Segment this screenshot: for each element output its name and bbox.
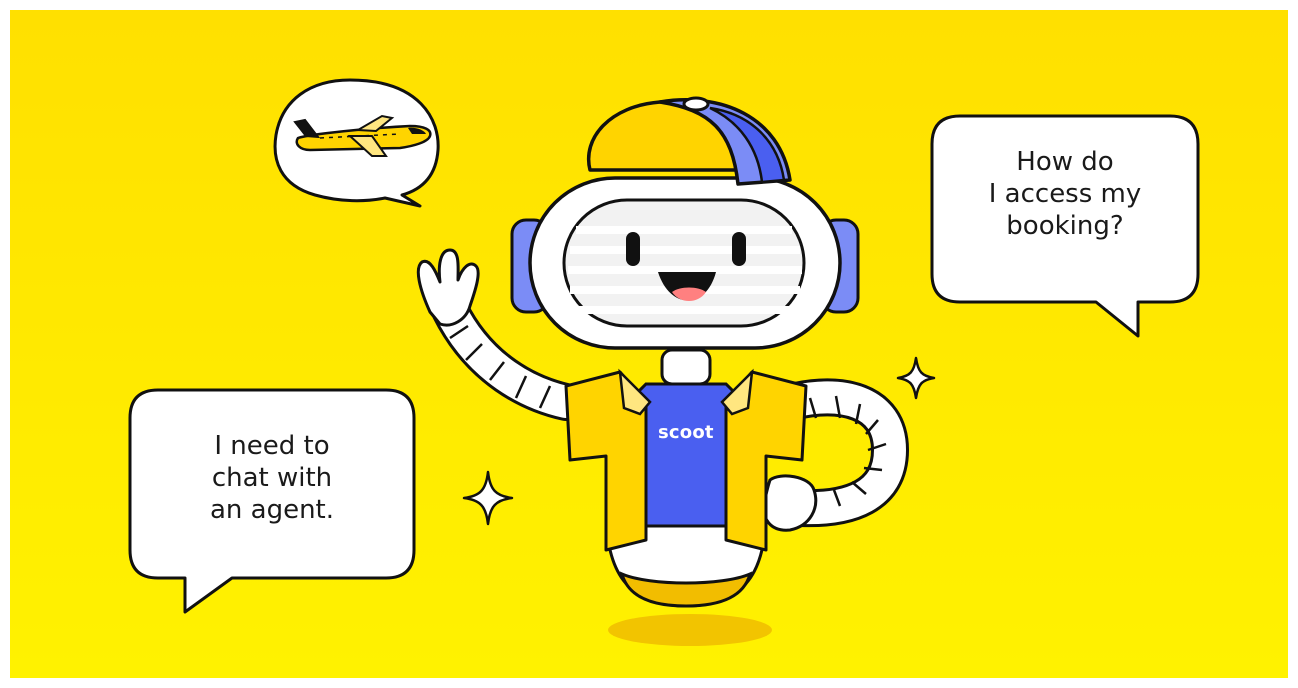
left-bubble-text: I need to chat with an agent. (209, 431, 335, 525)
sparkle-icon (896, 356, 936, 400)
mascot-shadow (608, 614, 772, 646)
sparkle-icon (462, 470, 514, 526)
illustration-frame: How do I access my booking? I need to ch… (10, 10, 1288, 678)
scene-svg (128, 78, 1200, 646)
robot-mascot (416, 96, 910, 608)
right-bubble-text: How do I access my booking? (988, 147, 1142, 241)
shirt-logo-text: scoot (658, 422, 714, 443)
airplane-bubble (273, 78, 440, 208)
